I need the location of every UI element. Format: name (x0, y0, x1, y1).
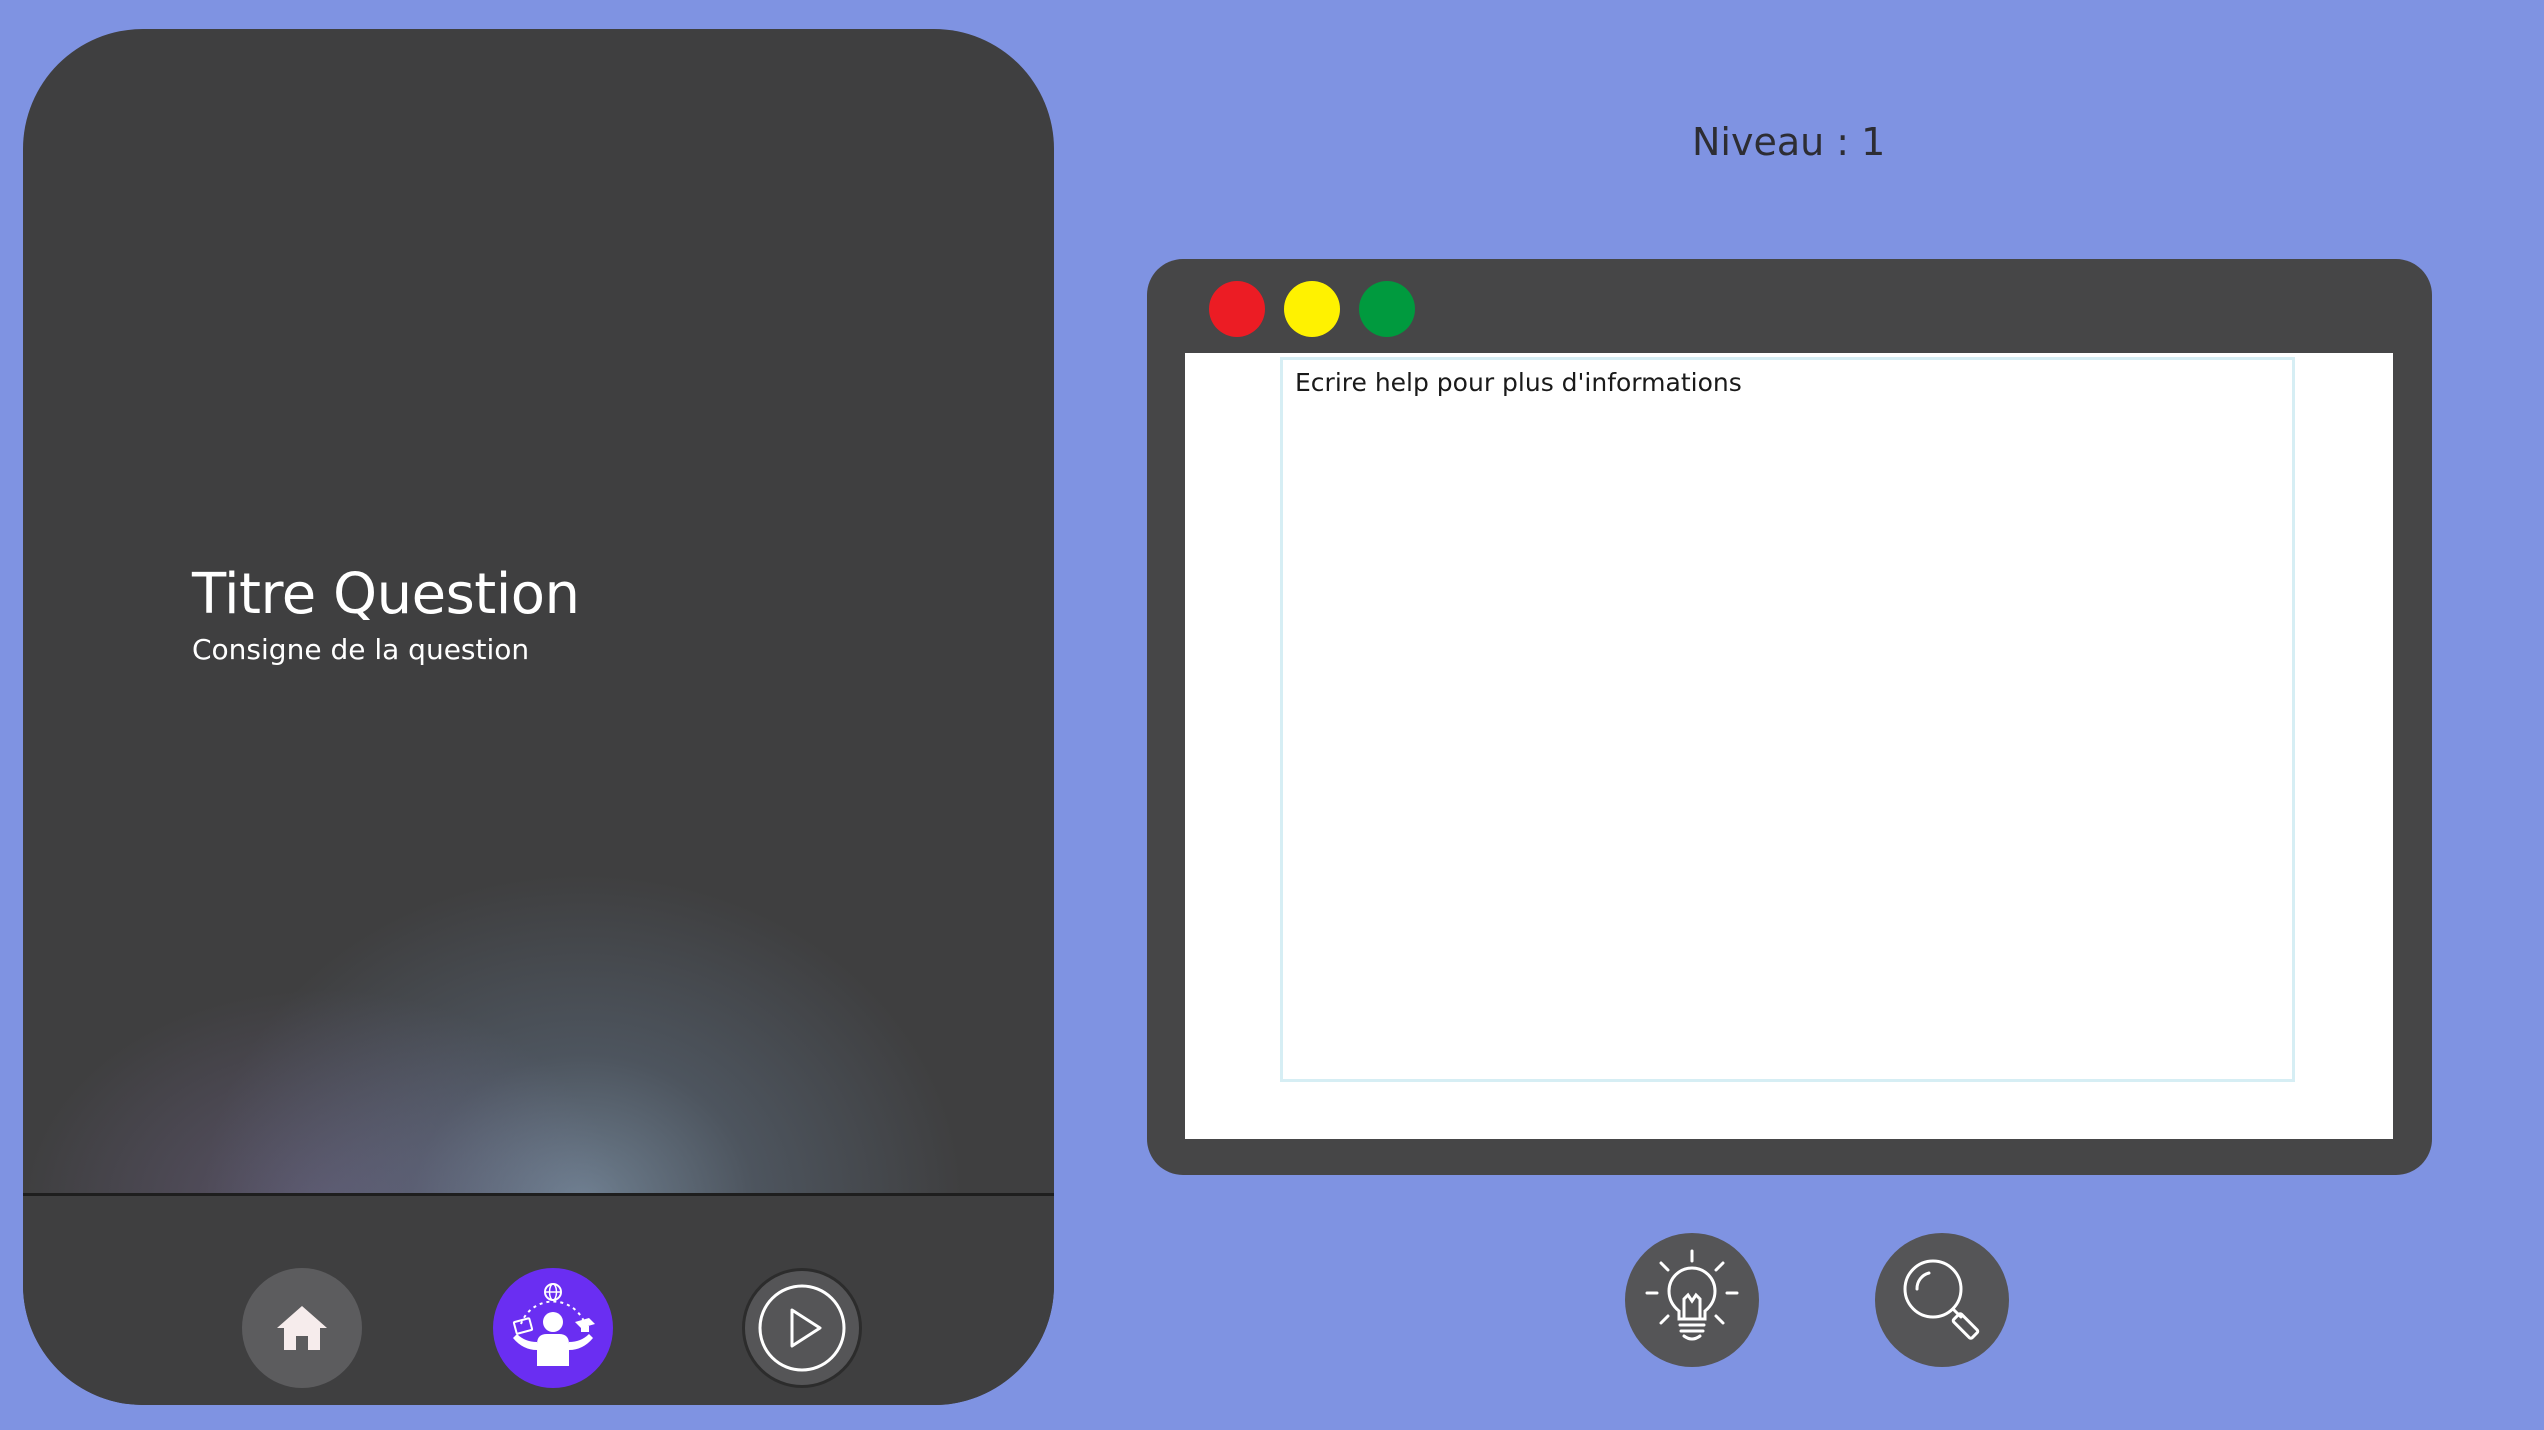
terminal-window: Ecrire help pour plus d'informations (1147, 259, 2432, 1175)
question-block: Titre Question Consigne de la question (192, 562, 580, 666)
terminal-input[interactable]: Ecrire help pour plus d'informations (1280, 357, 2295, 1082)
question-instruction: Consigne de la question (192, 633, 530, 666)
hint-button[interactable] (1625, 1233, 1759, 1367)
magnifier-icon (1903, 1259, 1980, 1340)
learner-icon (512, 1283, 595, 1366)
question-panel: Titre Question Consigne de la question (23, 29, 1054, 1405)
learn-button[interactable] (493, 1268, 613, 1388)
window-maximize-button[interactable] (1359, 281, 1415, 337)
home-icon (277, 1306, 327, 1350)
lightbulb-icon (1645, 1249, 1739, 1341)
window-close-button[interactable] (1209, 281, 1265, 337)
bottom-nav (23, 1196, 1054, 1405)
home-button[interactable] (242, 1268, 362, 1388)
window-minimize-button[interactable] (1284, 281, 1340, 337)
level-label: Niveau : 1 (1692, 120, 1886, 164)
terminal-body: Ecrire help pour plus d'informations (1185, 353, 2393, 1139)
search-button[interactable] (1875, 1233, 2009, 1367)
question-title: Titre Question (192, 562, 580, 627)
play-button[interactable] (742, 1268, 862, 1388)
app-screen: Titre Question Consigne de la question N… (0, 0, 2544, 1430)
play-icon (758, 1284, 846, 1372)
